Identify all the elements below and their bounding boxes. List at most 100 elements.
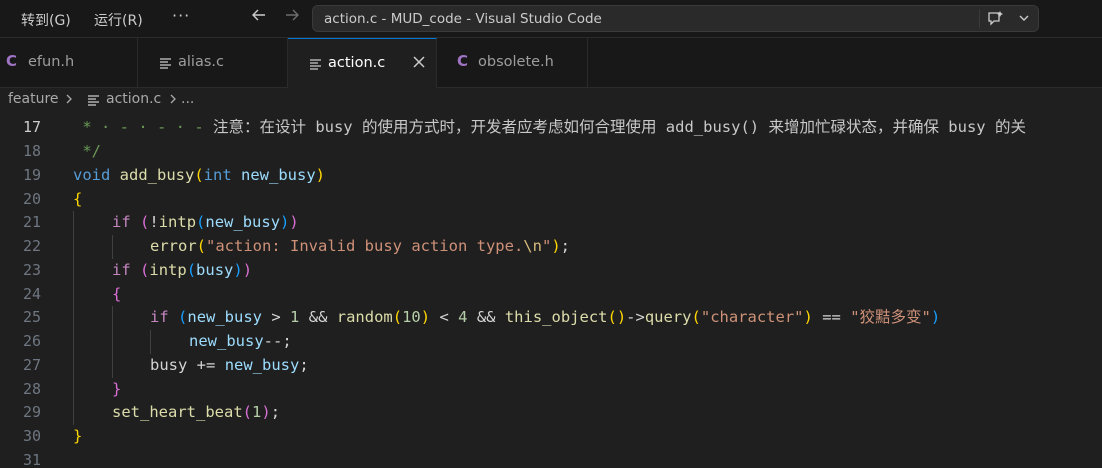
code-editor[interactable]: 17 * · - · - · - 注意：在设计 busy 的使用方式时，开发者应… bbox=[0, 112, 1102, 468]
code-line: 24 { bbox=[0, 283, 1102, 307]
command-center[interactable]: action.c - MUD_code - Visual Studio Code bbox=[312, 5, 1039, 32]
paren: ( bbox=[392, 308, 403, 326]
indent-guide bbox=[73, 211, 74, 235]
number: 10 bbox=[402, 308, 421, 326]
forward-arrow-icon[interactable] bbox=[283, 6, 301, 29]
line-number: 23 bbox=[22, 261, 41, 279]
menu-goto[interactable]: 转到(G) bbox=[21, 8, 71, 32]
text-file-icon bbox=[310, 56, 321, 70]
indent-guide bbox=[73, 354, 74, 378]
chevron-down-icon[interactable] bbox=[1018, 8, 1030, 32]
indent-guide bbox=[73, 259, 74, 283]
more-menu-icon[interactable]: ··· bbox=[172, 6, 190, 25]
paren: ) bbox=[280, 213, 290, 231]
keyword: if bbox=[150, 308, 169, 326]
indent-guide bbox=[112, 306, 113, 330]
menu-run[interactable]: 运行(R) bbox=[94, 8, 143, 32]
code-line: 20 { bbox=[0, 188, 1102, 212]
code-line: 29 set_heart_beat(1); bbox=[0, 401, 1102, 425]
indent-guide bbox=[112, 330, 113, 354]
breadcrumb: feature action.c ... bbox=[0, 88, 1102, 112]
paren: ( bbox=[186, 261, 197, 279]
paren: ( bbox=[691, 308, 701, 326]
back-arrow-icon[interactable] bbox=[250, 6, 268, 29]
operator: && bbox=[476, 308, 496, 326]
code-line: 25 if (new_busy > 1 && random(10) < 4 &&… bbox=[0, 306, 1102, 330]
line-number: 31 bbox=[22, 451, 41, 468]
paren: ( bbox=[140, 261, 150, 279]
tab-label: obsolete.h bbox=[478, 54, 554, 70]
code-line: 31 bbox=[0, 449, 1102, 468]
function-name: add_busy bbox=[119, 166, 195, 184]
code-text: } bbox=[73, 427, 83, 445]
code-text: void add_busy(int new_busy) bbox=[73, 164, 325, 188]
line-number: 30 bbox=[22, 427, 41, 445]
breadcrumb-file[interactable]: action.c bbox=[106, 91, 161, 107]
tab-efun-h[interactable]: C efun.h bbox=[0, 38, 138, 87]
paren: ( bbox=[196, 237, 207, 255]
keyword: void bbox=[73, 166, 111, 184]
code-text: set_heart_beat(1); bbox=[112, 401, 280, 425]
close-icon[interactable] bbox=[412, 51, 426, 74]
function-name: this_object bbox=[504, 308, 608, 326]
breadcrumb-folder[interactable]: feature bbox=[8, 91, 59, 107]
code-line: 28 } bbox=[0, 378, 1102, 402]
line-number: 25 bbox=[22, 308, 41, 326]
code-line: 30 } bbox=[0, 425, 1102, 449]
paren: ) bbox=[803, 308, 813, 326]
code-text: */ bbox=[73, 142, 101, 160]
chevron-right-icon bbox=[64, 90, 74, 112]
indent-guide bbox=[73, 378, 74, 402]
semicolon: ; bbox=[299, 356, 309, 374]
code-text: error("action: Invalid busy action type.… bbox=[150, 235, 570, 259]
chat-icon[interactable] bbox=[985, 9, 1007, 29]
line-number: 20 bbox=[22, 190, 41, 208]
line-number: 18 bbox=[22, 142, 41, 160]
keyword: if bbox=[112, 261, 131, 279]
variable: new_busy bbox=[189, 332, 264, 350]
line-number: 21 bbox=[22, 213, 41, 231]
c-file-icon: C bbox=[457, 52, 469, 70]
comment-text: 注意：在设计 busy 的使用方式时，开发者应考虑如何合理使用 add_busy… bbox=[212, 118, 1026, 136]
paren: ( bbox=[178, 308, 188, 326]
tab-obsolete-h[interactable]: C obsolete.h bbox=[437, 38, 588, 87]
editor-tab-bar: C efun.h alias.c action.c C obsolete.h bbox=[0, 38, 1102, 88]
indent-guide bbox=[150, 330, 151, 354]
paren: ( bbox=[242, 403, 252, 421]
number: 1 bbox=[290, 308, 300, 326]
indent-guide bbox=[112, 354, 113, 378]
paren: ) bbox=[289, 213, 299, 231]
code-text: if (new_busy > 1 && random(10) < 4 && th… bbox=[150, 306, 940, 330]
keyword: int bbox=[203, 166, 232, 184]
paren: ( bbox=[196, 213, 206, 231]
line-number: 17 bbox=[22, 118, 41, 136]
paren: ) bbox=[233, 261, 243, 279]
semicolon: ; bbox=[270, 403, 281, 421]
code-text: busy += new_busy; bbox=[150, 354, 309, 378]
paren: ( bbox=[140, 213, 150, 231]
function-name: error bbox=[150, 237, 197, 255]
paren: () bbox=[607, 308, 627, 326]
function-name: intp bbox=[158, 213, 197, 231]
paren: ) bbox=[261, 403, 271, 421]
paren: ) bbox=[315, 166, 326, 184]
string: "action: Invalid busy action type. bbox=[206, 237, 524, 255]
tab-alias-c[interactable]: alias.c bbox=[138, 38, 288, 87]
code-text: { bbox=[73, 190, 83, 208]
function-name: intp bbox=[149, 261, 187, 279]
tab-label: efun.h bbox=[28, 54, 75, 70]
variable: busy bbox=[196, 261, 234, 279]
text-file-icon bbox=[160, 55, 171, 69]
line-number: 26 bbox=[22, 332, 41, 350]
paren: ) bbox=[551, 237, 561, 255]
paren: ) bbox=[420, 308, 431, 326]
string: " bbox=[541, 237, 552, 255]
code-line: 22 error("action: Invalid busy action ty… bbox=[0, 235, 1102, 259]
variable: new_busy bbox=[205, 213, 281, 231]
tab-action-c[interactable]: action.c bbox=[288, 38, 437, 88]
code-text: if (!intp(new_busy)) bbox=[112, 211, 299, 235]
breadcrumb-more[interactable]: ... bbox=[181, 91, 194, 107]
code-text: } bbox=[112, 380, 122, 398]
escape: \n bbox=[523, 237, 542, 255]
string: "character" bbox=[700, 308, 804, 326]
